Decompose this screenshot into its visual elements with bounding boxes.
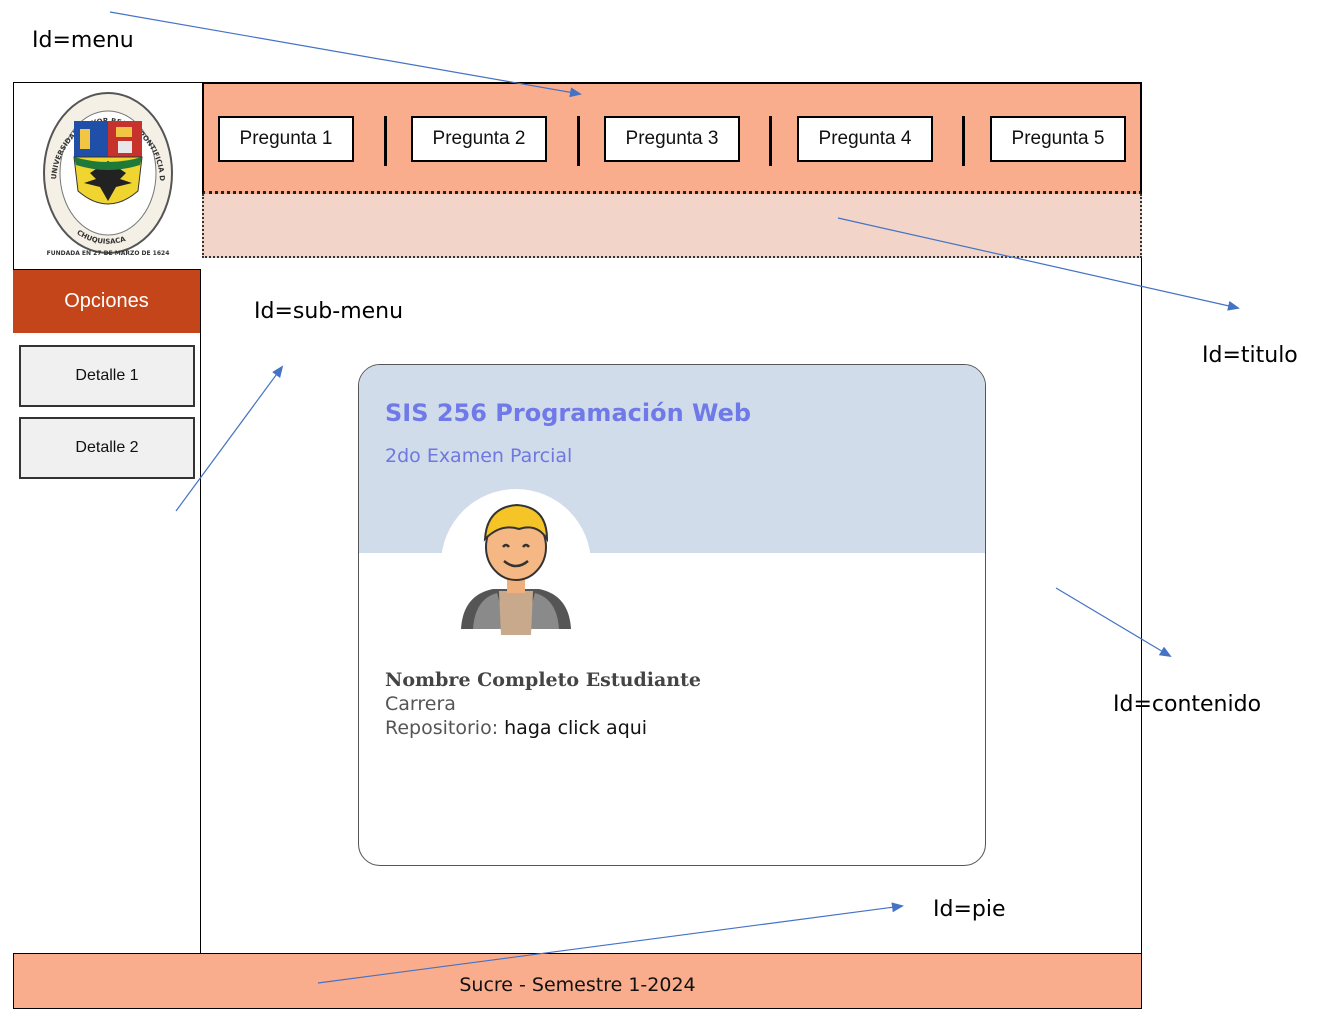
arrow-menu [109, 11, 582, 98]
arrow-pie [317, 902, 904, 984]
arrow-titulo [837, 217, 1240, 311]
arrow-contenido [1055, 587, 1172, 658]
annotation-arrows [109, 11, 1240, 984]
arrow-sub-menu [175, 365, 284, 512]
